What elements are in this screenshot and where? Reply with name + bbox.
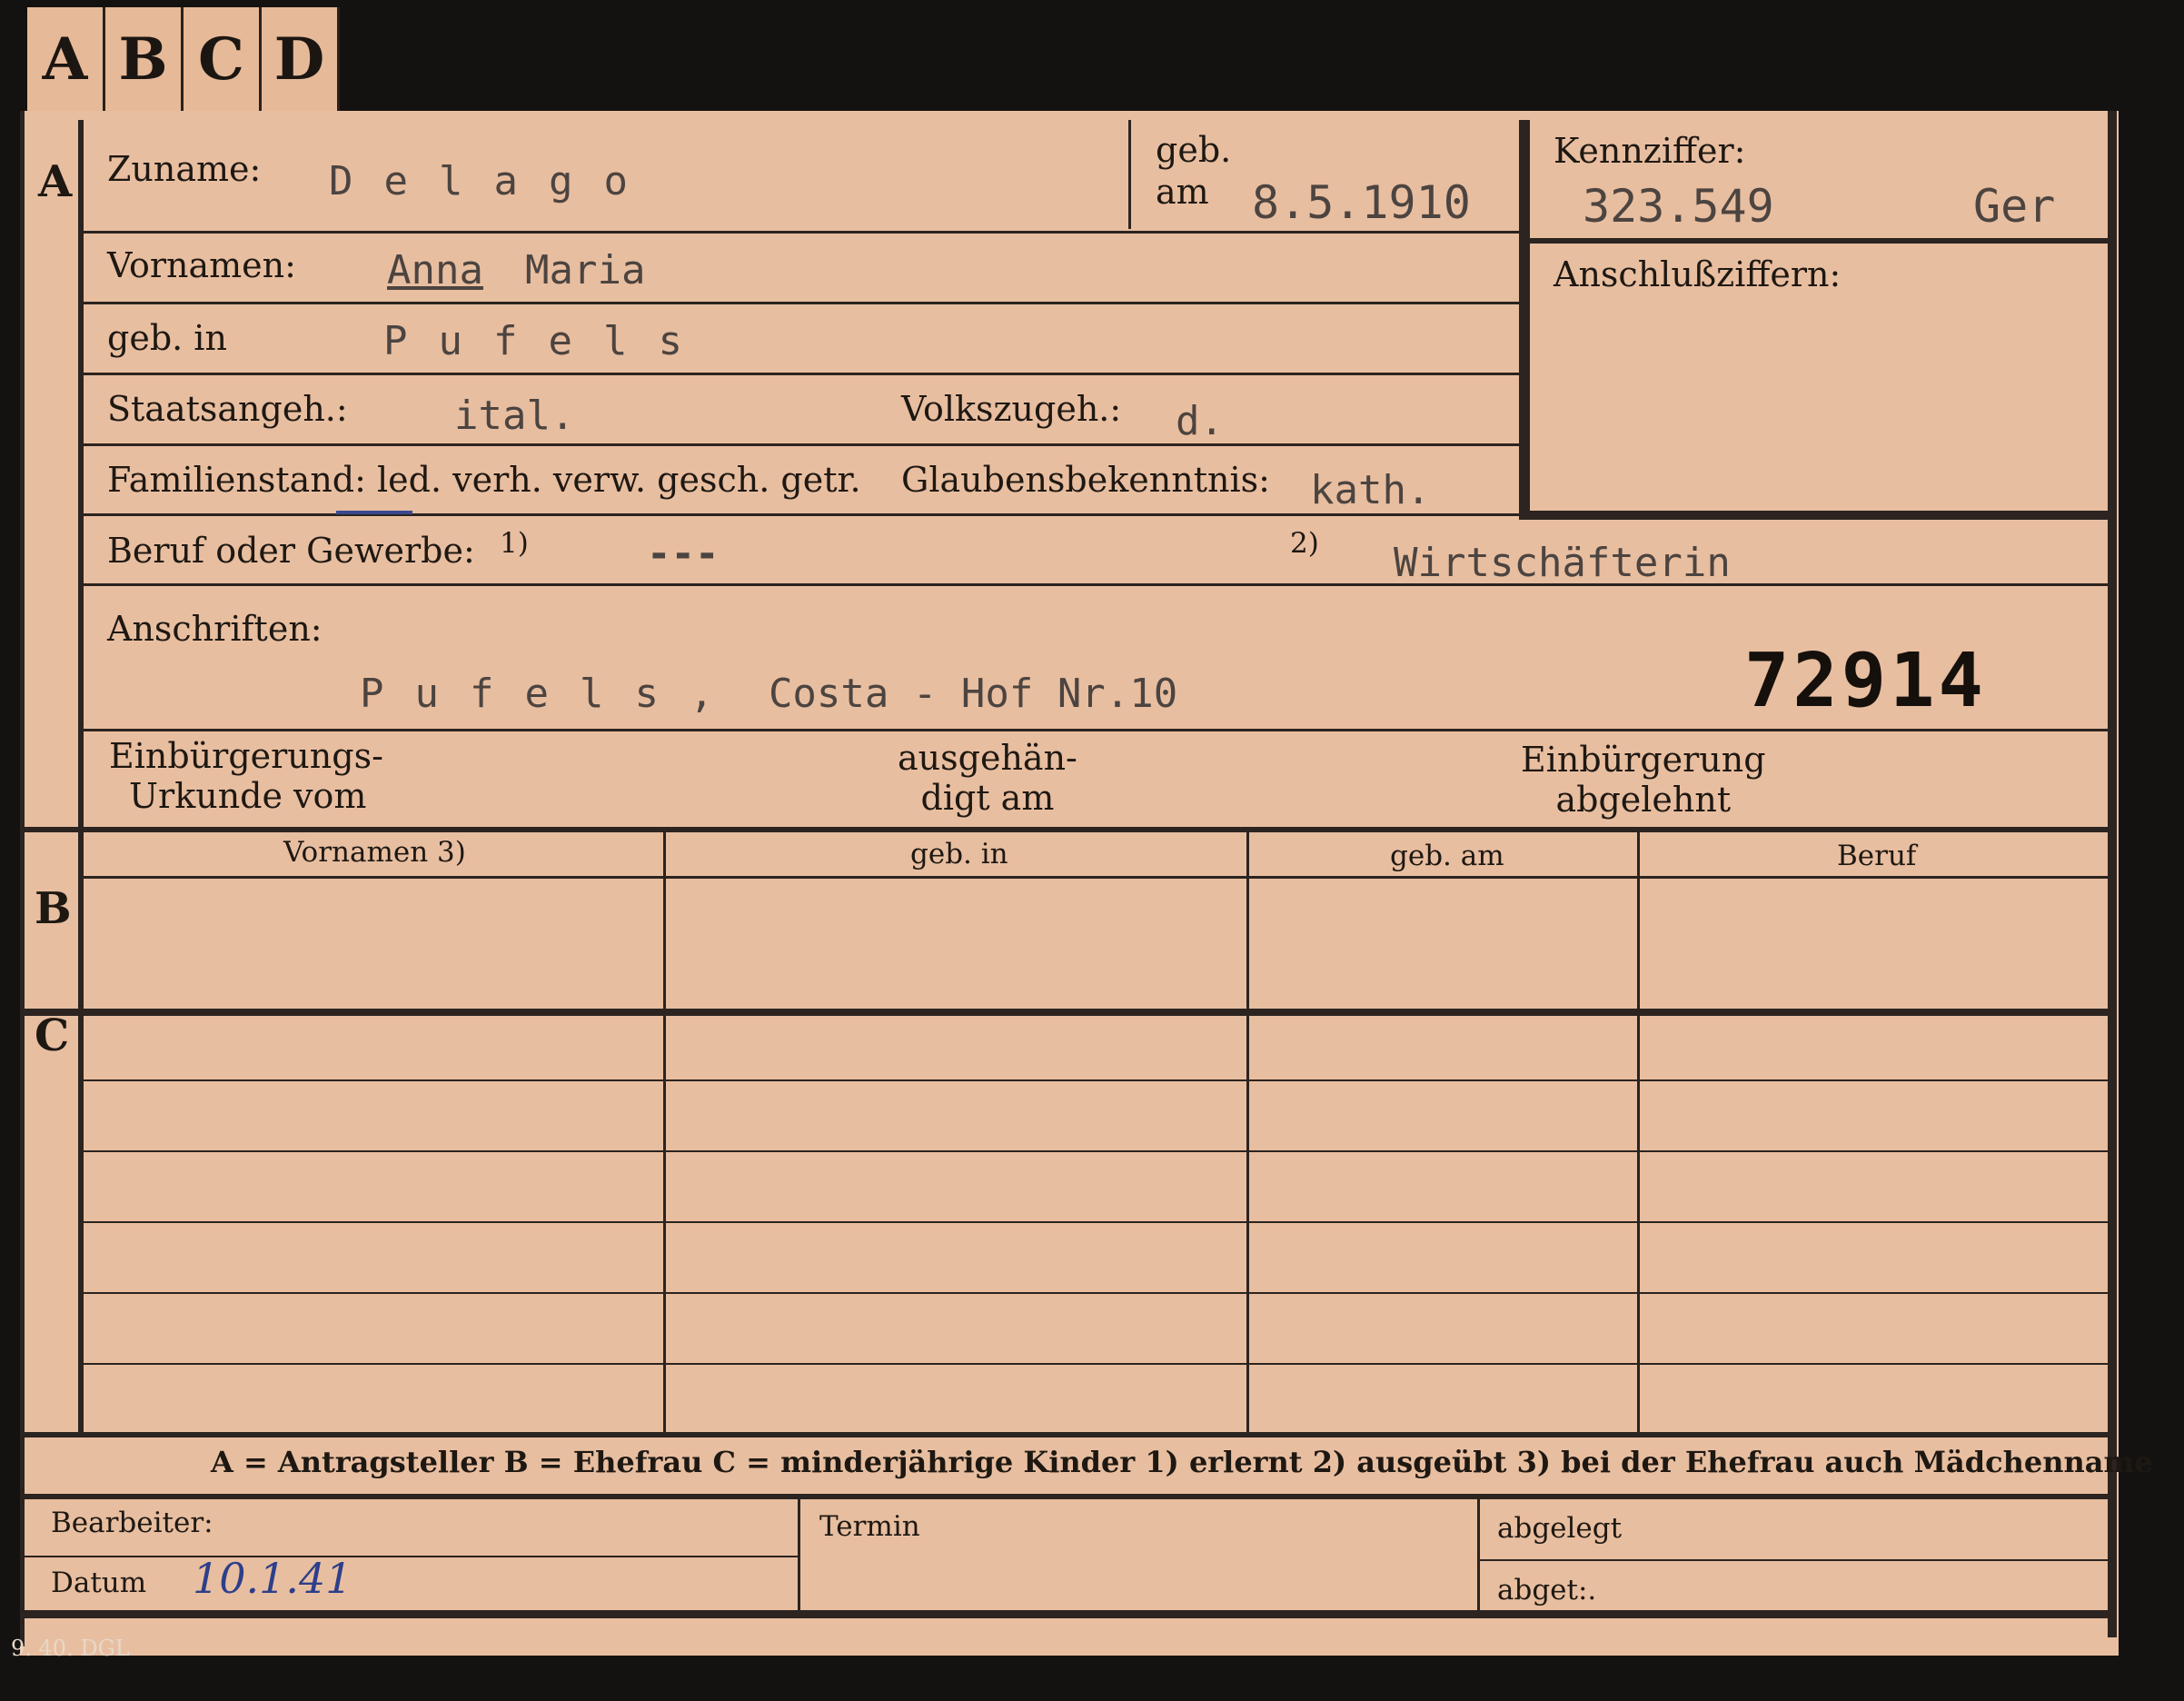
- bottom-divider-1: [798, 1499, 800, 1610]
- tab-b: B: [105, 7, 184, 111]
- table-col-divider-1: [663, 832, 666, 1432]
- tab-d: D: [262, 7, 340, 111]
- row-line-6: [84, 583, 2115, 586]
- reference-box-divider: [1519, 238, 2117, 244]
- occupation-label: Beruf oder Gewerbe:: [107, 531, 475, 571]
- naturalization-denied-label: Einbürgerung abgelehnt: [1521, 740, 1766, 820]
- naturalization-cert-line2: Urkunde vom: [129, 776, 367, 816]
- section-b-label: B: [35, 883, 72, 934]
- citizenship-value: ital.: [454, 393, 575, 439]
- legend-top-border: [20, 1432, 2115, 1437]
- handed-out-line1: ausgehän-: [898, 738, 1077, 778]
- stamp-number: 72914: [1744, 638, 1987, 724]
- occupation-value-1: ---: [647, 531, 720, 577]
- print-code: 9. 40. DGL: [11, 1636, 130, 1661]
- linked-numbers-label: Anschlußziffern:: [1554, 254, 1842, 294]
- birthplace-label: geb. in: [107, 318, 227, 358]
- table-col-divider-3: [1637, 832, 1640, 1432]
- clerk-row-line: [20, 1556, 798, 1557]
- surname-label: Zuname:: [107, 149, 262, 189]
- date-label: Datum: [51, 1567, 147, 1599]
- section-c-label: C: [35, 1010, 70, 1061]
- index-tabs: A B C D: [27, 7, 340, 111]
- tab-c: C: [184, 7, 262, 111]
- table-header-occupation: Beruf: [1837, 840, 1917, 872]
- naturalization-denied-line1: Einbürgerung: [1521, 740, 1766, 780]
- reference-value: 323.549: [1583, 180, 1774, 233]
- deadline-label: Termin: [819, 1510, 920, 1543]
- ethnicity-value: d.: [1176, 398, 1224, 444]
- row-line-1: [84, 231, 1521, 234]
- legend-bottom-border: [20, 1494, 2115, 1499]
- address-place: Pufels,: [360, 671, 745, 717]
- address-rest: Costa - Hof Nr.10: [768, 671, 1178, 717]
- handed-out-line2: digt am: [920, 778, 1055, 818]
- section-column-divider: [78, 120, 84, 1437]
- section-a-label: A: [38, 156, 73, 207]
- reference-label: Kennziffer:: [1554, 131, 1746, 171]
- registration-card: A B C Zuname: Delago geb. am 8.5.1910 Ke…: [20, 111, 2153, 1656]
- given-names-label: Vornamen:: [107, 245, 296, 285]
- naturalization-cert-label: Einbürgerungs- Urkunde vom: [109, 736, 383, 816]
- section-c-top-border: [20, 1009, 2115, 1016]
- ethnicity-label: Volkszugeh.:: [901, 389, 1122, 429]
- row-line-7: [84, 729, 2115, 731]
- occupation-note-1: 1): [500, 527, 529, 560]
- naturalization-denied-line2: abgelehnt: [1555, 780, 1732, 820]
- c-row-line-2: [84, 1150, 2115, 1152]
- card-right-border: [2108, 111, 2117, 1637]
- born-date-value: 8.5.1910: [1252, 176, 1471, 229]
- card-left-edge: [20, 111, 25, 1646]
- filed-row-line: [1477, 1559, 2117, 1561]
- c-row-line-4: [84, 1292, 2115, 1294]
- row-line-2: [84, 302, 1521, 304]
- occupation-note-2: 2): [1290, 527, 1319, 560]
- filed2-label: abget:.: [1497, 1574, 1597, 1606]
- handed-out-label: ausgehän- digt am: [898, 738, 1077, 818]
- table-header-given-names: Vornamen 3): [283, 836, 466, 869]
- reference-suffix: Ger: [1973, 180, 2056, 233]
- tab-a: A: [27, 7, 105, 111]
- religion-label: Glaubensbekenntnis:: [901, 460, 1270, 500]
- naturalization-cert-line1: Einbürgerungs-: [109, 736, 383, 776]
- marital-status-label: Familienstand: led. verh. verw. gesch. g…: [107, 460, 861, 500]
- c-row-line-1: [84, 1079, 2115, 1081]
- c-row-line-3: [84, 1221, 2115, 1223]
- filed-label: abgelegt: [1497, 1512, 1623, 1545]
- table-header-birthdate: geb. am: [1390, 840, 1504, 872]
- addresses-label: Anschriften:: [107, 609, 323, 649]
- citizenship-label: Staatsangeh.:: [107, 389, 348, 429]
- clerk-label: Bearbeiter:: [51, 1507, 213, 1539]
- given-names-value-underlined: Anna: [387, 247, 483, 293]
- table-header-line: [84, 876, 2115, 879]
- card-bottom-border: [20, 1610, 2117, 1618]
- row-line-4: [84, 443, 1521, 446]
- date-value-handwritten: 10.1.41: [193, 1554, 352, 1603]
- marital-status-mark: [336, 511, 412, 514]
- address-value: Pufels, Costa - Hof Nr.10: [360, 671, 1177, 717]
- legend: A = Antragsteller B = Ehefrau C = minder…: [211, 1445, 2153, 1479]
- born-label-line1: geb.: [1156, 130, 1232, 170]
- c-row-line-5: [84, 1363, 2115, 1365]
- section-b-top-border: [20, 827, 2115, 832]
- surname-value: Delago: [329, 158, 659, 204]
- bottom-divider-2: [1477, 1499, 1480, 1610]
- birthplace-value: Pufels: [383, 318, 713, 364]
- table-col-divider-2: [1246, 832, 1249, 1432]
- occupation-value-2: Wirtschäfterin: [1394, 540, 1731, 586]
- religion-value: kath.: [1310, 467, 1431, 513]
- table-header-birthplace: geb. in: [910, 838, 1008, 870]
- reference-box-left: [1519, 120, 1530, 520]
- given-names-value-rest: Maria: [525, 247, 646, 293]
- born-label: geb. am: [1156, 129, 1231, 213]
- born-label-line2: am: [1156, 172, 1209, 212]
- row-line-3: [84, 373, 1521, 375]
- born-divider: [1128, 120, 1131, 229]
